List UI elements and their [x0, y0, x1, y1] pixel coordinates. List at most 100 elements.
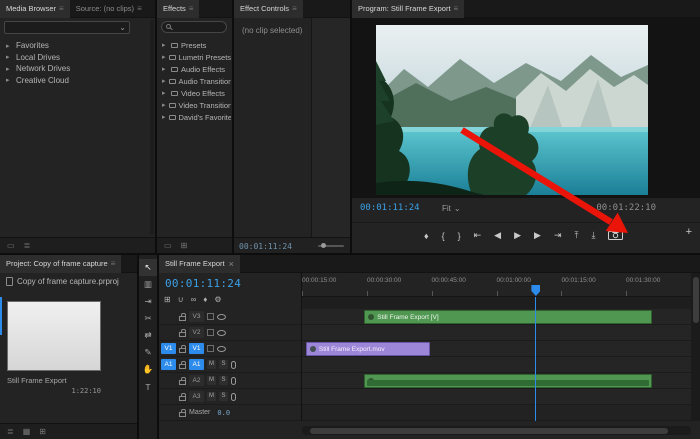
- tab-program-monitor[interactable]: Program: Still Frame Export ≡: [352, 0, 464, 18]
- panel-menu-icon[interactable]: ≡: [454, 4, 459, 13]
- solo-button[interactable]: S: [219, 376, 228, 385]
- track-name-a2[interactable]: A2: [189, 375, 204, 386]
- lift-button[interactable]: ⤒: [574, 230, 578, 241]
- lock-icon[interactable]: [179, 396, 186, 401]
- track-select-tool[interactable]: ▥: [139, 276, 157, 293]
- tree-item-network-drives[interactable]: ▸ Network Drives: [6, 63, 151, 75]
- tree-item-local-drives[interactable]: ▸ Local Drives: [6, 52, 151, 64]
- chevron-right-icon[interactable]: ▸: [162, 113, 166, 121]
- zoom-level-select[interactable]: Fit ⌄: [442, 204, 461, 213]
- sync-lock-icon[interactable]: [207, 345, 214, 352]
- track-name-a1[interactable]: A1: [189, 359, 204, 370]
- clip-thumbnail[interactable]: [7, 301, 101, 371]
- timeline-settings-wrench-icon[interactable]: ⚙: [214, 295, 221, 304]
- track-output-eye-icon[interactable]: [217, 346, 226, 352]
- solo-button[interactable]: S: [219, 360, 228, 369]
- timeline-vertical-scrollbar[interactable]: [691, 273, 700, 421]
- effects-search-input[interactable]: [161, 21, 227, 33]
- chevron-right-icon[interactable]: ▸: [6, 53, 12, 61]
- new-bin-icon[interactable]: ⊞: [39, 427, 46, 436]
- folder-icon[interactable]: ▭: [7, 241, 15, 250]
- effect-controls-timecode[interactable]: 00:01:11:24: [239, 242, 292, 251]
- ripple-edit-tool[interactable]: ⇥: [139, 293, 157, 310]
- mark-in-button[interactable]: {: [442, 231, 445, 241]
- chevron-right-icon[interactable]: ▸: [162, 77, 166, 85]
- lock-icon[interactable]: [179, 348, 186, 353]
- list-view-icon[interactable]: ≣: [7, 427, 14, 436]
- panel-menu-icon[interactable]: ≡: [137, 4, 142, 13]
- tree-item-favorites[interactable]: ▸ Favorites: [6, 40, 151, 52]
- snap-magnet-icon[interactable]: ∪: [178, 295, 184, 304]
- track-output-eye-icon[interactable]: [217, 330, 226, 336]
- nest-toggle-icon[interactable]: ⊞: [164, 295, 171, 304]
- scrollbar-thumb[interactable]: [693, 277, 699, 323]
- chevron-right-icon[interactable]: ▸: [162, 89, 168, 97]
- effects-bin-audio-effects[interactable]: ▸ Audio Effects: [162, 63, 231, 75]
- tab-media-browser[interactable]: Media Browser ≡: [0, 0, 70, 18]
- source-patch-v1[interactable]: V1: [161, 343, 176, 354]
- type-tool[interactable]: T: [139, 378, 157, 395]
- track-output-eye-icon[interactable]: [217, 314, 226, 320]
- mute-button[interactable]: M: [207, 360, 216, 369]
- pen-tool[interactable]: ✎: [139, 344, 157, 361]
- hand-tool[interactable]: ✋: [139, 361, 157, 378]
- timeline-timecode[interactable]: 00:01:11:24: [165, 277, 241, 290]
- zoom-slider[interactable]: [318, 245, 344, 247]
- voiceover-mic-icon[interactable]: [231, 361, 236, 369]
- chevron-right-icon[interactable]: ▸: [162, 53, 166, 61]
- panel-menu-icon[interactable]: ≡: [59, 4, 64, 13]
- chevron-right-icon[interactable]: ▸: [162, 101, 166, 109]
- tree-item-creative-cloud[interactable]: ▸ Creative Cloud: [6, 75, 151, 87]
- panel-menu-icon[interactable]: ≡: [292, 4, 297, 13]
- timeline-clip-still-frame-export-mov[interactable]: Still Frame Export.mov: [306, 342, 430, 356]
- add-marker-icon[interactable]: ♦: [203, 295, 207, 304]
- mute-button[interactable]: M: [207, 376, 216, 385]
- program-timecode[interactable]: 00:01:11:24: [360, 203, 420, 213]
- timeline-horizontal-scrollbar[interactable]: [302, 426, 691, 435]
- zoom-slider-knob[interactable]: [321, 243, 326, 248]
- tab-effect-controls[interactable]: Effect Controls ≡: [234, 0, 303, 18]
- media-browser-scrollbar[interactable]: [150, 20, 154, 235]
- chevron-right-icon[interactable]: ▸: [162, 41, 168, 49]
- lock-icon[interactable]: [179, 380, 186, 385]
- track-name-v3[interactable]: V3: [189, 311, 204, 322]
- razor-tool[interactable]: ✂: [139, 310, 157, 327]
- panel-menu-icon[interactable]: ≡: [189, 4, 194, 13]
- chevron-right-icon[interactable]: ▸: [6, 65, 12, 73]
- source-patch-a1[interactable]: A1: [161, 359, 176, 370]
- voiceover-mic-icon[interactable]: [231, 377, 236, 385]
- chevron-right-icon[interactable]: ▸: [162, 65, 168, 73]
- sync-lock-icon[interactable]: [207, 313, 214, 320]
- timeline-clip-still-frame-export-v[interactable]: Still Frame Export [V]: [364, 310, 652, 324]
- track-name-v1[interactable]: V1: [189, 343, 204, 354]
- export-frame-button[interactable]: [608, 229, 623, 242]
- slip-tool[interactable]: ⇄: [139, 327, 157, 344]
- step-forward-button[interactable]: ▶: [534, 230, 541, 241]
- effects-bin-video-transitions[interactable]: ▸ Video Transitions: [162, 99, 231, 111]
- mute-button[interactable]: M: [207, 392, 216, 401]
- chevron-right-icon[interactable]: ▸: [6, 76, 12, 84]
- panel-menu-icon[interactable]: ≡: [111, 259, 116, 268]
- button-editor-add-button[interactable]: +: [686, 226, 692, 238]
- play-button[interactable]: ▶: [514, 230, 521, 241]
- track-name-a3[interactable]: A3: [189, 391, 204, 402]
- playhead-line[interactable]: [535, 297, 536, 421]
- effects-bin-audio-transitions[interactable]: ▸ Audio Transitions: [162, 75, 231, 87]
- mark-out-button[interactable]: }: [458, 231, 461, 241]
- lock-icon[interactable]: [179, 412, 186, 417]
- go-to-out-button[interactable]: ⇥: [554, 230, 562, 241]
- effects-bin-presets[interactable]: ▸ Presets: [162, 39, 231, 51]
- linked-selection-icon[interactable]: ∞: [191, 295, 197, 304]
- tab-effects[interactable]: Effects ≡: [157, 0, 199, 18]
- master-gain-value[interactable]: 0.0: [217, 409, 230, 417]
- effects-bin-video-effects[interactable]: ▸ Video Effects: [162, 87, 231, 99]
- effects-bin-lumetri-presets[interactable]: ▸ Lumetri Presets: [162, 51, 231, 63]
- lock-icon[interactable]: [179, 332, 186, 337]
- timeline-audio-clip[interactable]: [364, 374, 652, 388]
- media-browser-path-select[interactable]: ⌄: [4, 21, 130, 34]
- effects-bin-davids-favorites[interactable]: ▸ David's Favorites: [162, 111, 231, 123]
- folder-icon[interactable]: ▭: [164, 241, 172, 250]
- selection-tool[interactable]: ↖: [139, 259, 157, 276]
- extract-button[interactable]: ⤓: [591, 230, 595, 241]
- icon-view-icon[interactable]: ▦: [23, 427, 31, 436]
